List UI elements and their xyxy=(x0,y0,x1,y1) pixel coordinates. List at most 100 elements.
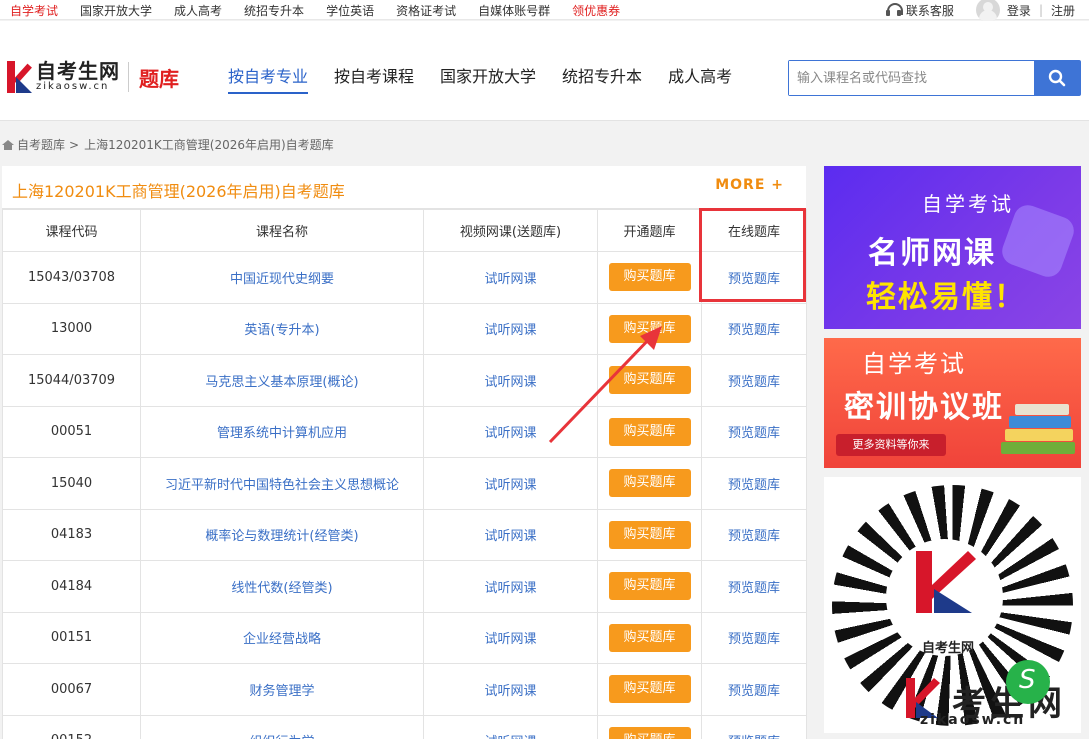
headset-icon xyxy=(885,3,903,17)
search-input[interactable] xyxy=(789,61,1034,95)
register-link[interactable]: 注册 xyxy=(1051,2,1075,19)
trial-course-link[interactable]: 试听网课 xyxy=(423,508,598,561)
more-link[interactable]: MORE + xyxy=(715,177,784,193)
col-course-code: 课程代码 xyxy=(2,209,141,252)
buy-bank-button[interactable]: 购买题库 xyxy=(608,726,691,739)
buy-bank-button[interactable]: 购买题库 xyxy=(608,263,691,292)
nav-by-major[interactable]: 按自考专业 xyxy=(228,63,309,94)
nav-by-course[interactable]: 按自考课程 xyxy=(334,63,414,94)
course-table: 课程代码 课程名称 视频网课(送题库) 开通题库 在线题库 15043/0370… xyxy=(2,209,807,739)
highlight-box xyxy=(699,208,806,302)
search-box xyxy=(788,60,1081,96)
top-link-adult-exam[interactable]: 成人高考 xyxy=(174,2,222,19)
preview-bank-link[interactable]: 预览题库 xyxy=(701,354,807,407)
buy-cell: 购买题库 xyxy=(597,611,702,664)
ad2-button[interactable]: 更多资料等你来 xyxy=(836,434,946,456)
question-bank-panel: 上海120201K工商管理(2026年启用)自考题库 MORE + 课程代码 课… xyxy=(2,166,807,739)
table-row: 00151 企业经营战略 试听网课 购买题库 预览题库 xyxy=(2,611,807,664)
site-header: 自考生网 zikaosw.cn 题库 按自考专业 按自考课程 国家开放大学 统招… xyxy=(0,21,1089,121)
table-row: 15043/03708 中国近现代史纲要 试听网课 购买题库 预览题库 xyxy=(2,251,807,304)
col-video-course: 视频网课(送题库) xyxy=(423,209,598,252)
ad-training-class[interactable]: 自学考试 密训协议班 更多资料等你来 xyxy=(824,338,1081,468)
top-link-open-university[interactable]: 国家开放大学 xyxy=(80,2,152,19)
top-links: 自学考试 国家开放大学 成人高考 统招专升本 学位英语 资格证考试 自媒体账号群… xyxy=(0,0,632,20)
table-row: 15040 习近平新时代中国特色社会主义思想概论 试听网课 购买题库 预览题库 xyxy=(2,457,807,510)
trial-course-link[interactable]: 试听网课 xyxy=(423,457,598,510)
preview-bank-link[interactable]: 预览题库 xyxy=(701,611,807,664)
trial-course-link[interactable]: 试听网课 xyxy=(423,251,598,304)
course-code: 15043/03708 xyxy=(2,251,141,304)
trial-course-link[interactable]: 试听网课 xyxy=(423,714,598,739)
course-name-link[interactable]: 企业经营战略 xyxy=(140,611,424,664)
qr-logo-icon xyxy=(916,551,976,613)
preview-bank-link[interactable]: 预览题库 xyxy=(701,714,807,739)
top-bar: 自学考试 国家开放大学 成人高考 统招专升本 学位英语 资格证考试 自媒体账号群… xyxy=(0,0,1089,22)
search-button[interactable] xyxy=(1034,61,1080,95)
course-name-link[interactable]: 概率论与数理统计(经管类) xyxy=(140,508,424,561)
course-name-link[interactable]: 管理系统中计算机应用 xyxy=(140,405,424,458)
buy-cell: 购买题库 xyxy=(597,508,702,561)
divider: | xyxy=(1038,3,1043,17)
login-link[interactable]: 登录 xyxy=(1007,2,1031,19)
top-link-upgrade[interactable]: 统招专升本 xyxy=(244,2,304,19)
trial-course-link[interactable]: 试听网课 xyxy=(423,611,598,664)
trial-course-link[interactable]: 试听网课 xyxy=(423,663,598,716)
buy-bank-button[interactable]: 购买题库 xyxy=(608,520,691,549)
breadcrumb-home[interactable]: 自考题库 xyxy=(17,136,65,153)
course-name-link[interactable]: 马克思主义基本原理(概论) xyxy=(140,354,424,407)
top-link-media[interactable]: 自媒体账号群 xyxy=(478,2,550,19)
ad-video-course[interactable]: 自学考试 名师网课 轻松易懂！ xyxy=(824,166,1081,329)
ad1-caption: 自学考试 xyxy=(922,192,1014,216)
top-link-coupon[interactable]: 领优惠券 xyxy=(572,2,620,19)
breadcrumb: 自考题库 > 上海120201K工商管理(2026年启用)自考题库 xyxy=(2,136,334,153)
qr-text: 自考生网 xyxy=(922,641,975,656)
support-link[interactable]: 联系客服 xyxy=(906,2,954,19)
logo-url: zikaosw.cn xyxy=(36,81,110,92)
table-row: 15044/03709 马克思主义基本原理(概论) 试听网课 购买题库 预览题库 xyxy=(2,354,807,407)
nav-open-university[interactable]: 国家开放大学 xyxy=(440,63,536,94)
course-code: 13000 xyxy=(2,302,141,355)
top-user-area: 联系客服 登录 | 注册 xyxy=(885,0,1075,22)
buy-cell: 购买题库 xyxy=(597,560,702,613)
logo-name: 自考生网 xyxy=(36,59,120,83)
buy-bank-button[interactable]: 购买题库 xyxy=(608,623,691,652)
breadcrumb-sep: > xyxy=(69,137,80,152)
top-link-self-study[interactable]: 自学考试 xyxy=(10,2,58,19)
nav-upgrade[interactable]: 统招专升本 xyxy=(562,63,642,94)
top-link-degree-english[interactable]: 学位英语 xyxy=(326,2,374,19)
buy-bank-button[interactable]: 购买题库 xyxy=(608,675,691,704)
course-code: 00151 xyxy=(2,611,141,664)
ad1-line2: 轻松易懂！ xyxy=(866,280,1026,315)
course-name-link[interactable]: 习近平新时代中国特色社会主义思想概论 xyxy=(140,457,424,510)
course-name-link[interactable]: 财务管理学 xyxy=(140,663,424,716)
course-name-link[interactable]: 中国近现代史纲要 xyxy=(140,251,424,304)
watermark-badge-icon xyxy=(1006,660,1050,704)
preview-bank-link[interactable]: 预览题库 xyxy=(701,457,807,510)
preview-bank-link[interactable]: 预览题库 xyxy=(701,508,807,561)
table-row: 04184 线性代数(经管类) 试听网课 购买题库 预览题库 xyxy=(2,560,807,613)
course-name-link[interactable]: 英语(专升本) xyxy=(140,302,424,355)
avatar[interactable] xyxy=(975,0,1000,22)
col-open-bank: 开通题库 xyxy=(597,209,702,252)
top-link-certificate[interactable]: 资格证考试 xyxy=(396,2,456,19)
ad2-line1: 密训协议班 xyxy=(844,390,1004,425)
buy-bank-button[interactable]: 购买题库 xyxy=(608,469,691,498)
course-code: 00067 xyxy=(2,663,141,716)
course-name-link[interactable]: 组织行为学 xyxy=(140,714,424,739)
annotation-arrow xyxy=(548,326,662,444)
preview-bank-link[interactable]: 预览题库 xyxy=(701,302,807,355)
buy-cell: 购买题库 xyxy=(597,457,702,510)
trial-course-link[interactable]: 试听网课 xyxy=(423,560,598,613)
course-code: 04183 xyxy=(2,508,141,561)
course-name-link[interactable]: 线性代数(经管类) xyxy=(140,560,424,613)
site-logo[interactable]: 自考生网 zikaosw.cn 题库 xyxy=(6,59,179,95)
col-course-name: 课程名称 xyxy=(140,209,424,252)
logo-divider xyxy=(128,62,129,92)
preview-bank-link[interactable]: 预览题库 xyxy=(701,663,807,716)
table-row: 13000 英语(专升本) 试听网课 购买题库 预览题库 xyxy=(2,302,807,355)
preview-bank-link[interactable]: 预览题库 xyxy=(701,405,807,458)
buy-bank-button[interactable]: 购买题库 xyxy=(608,572,691,601)
books-icon xyxy=(1001,404,1075,454)
nav-adult-exam[interactable]: 成人高考 xyxy=(668,63,732,94)
preview-bank-link[interactable]: 预览题库 xyxy=(701,560,807,613)
